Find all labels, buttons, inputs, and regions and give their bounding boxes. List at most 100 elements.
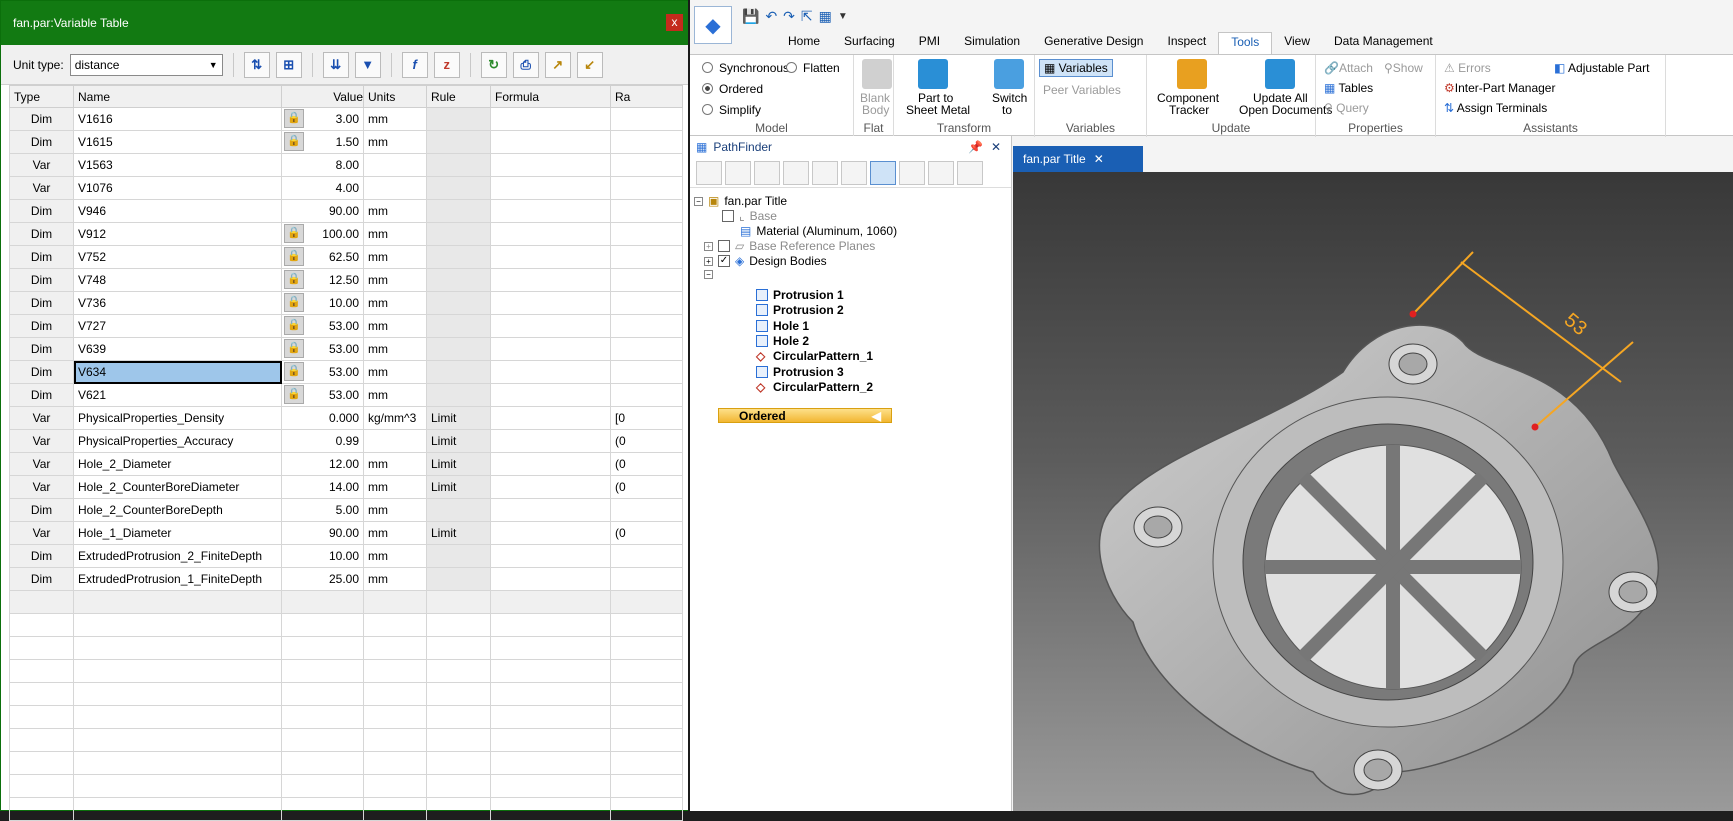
query-button[interactable]: ⚲ Query <box>1324 101 1369 115</box>
value-cell[interactable]: 90.00 <box>281 199 364 223</box>
formula-cell[interactable] <box>490 337 611 361</box>
formula-cell[interactable] <box>490 521 611 545</box>
range-cell[interactable] <box>610 567 683 591</box>
type-cell[interactable]: Dim <box>9 222 74 246</box>
rule-cell[interactable]: Limit <box>426 429 491 453</box>
rule-cell[interactable] <box>426 107 491 131</box>
type-cell[interactable]: Dim <box>9 199 74 223</box>
value-cell[interactable]: 0.99 <box>281 429 364 453</box>
family-icon[interactable] <box>812 160 838 185</box>
sort-icon[interactable]: ⇅ <box>243 51 270 78</box>
filter-icon[interactable]: ▼ <box>354 51 381 78</box>
type-cell[interactable]: Dim <box>9 107 74 131</box>
rule-cell[interactable]: Limit <box>426 475 491 499</box>
value-cell[interactable]: 🔒 53.00 <box>281 337 364 361</box>
name-cell[interactable]: Hole_2_CounterBoreDepth <box>73 498 282 522</box>
formula-cell[interactable] <box>490 130 611 154</box>
value-cell[interactable]: 🔒 53.00 <box>281 360 364 384</box>
lock-icon[interactable]: 🔒 <box>284 339 304 358</box>
range-cell[interactable] <box>610 314 683 338</box>
formula-cell[interactable] <box>490 153 611 177</box>
table-row[interactable]: Var PhysicalProperties_Accuracy 0.99 Limit (… <box>9 429 683 453</box>
rule-cell[interactable] <box>426 567 491 591</box>
range-cell[interactable]: (0 <box>610 475 683 499</box>
column-header[interactable]: Value <box>281 85 364 108</box>
unit-type-select[interactable]: distance ▼ <box>69 53 223 76</box>
formula-cell[interactable] <box>490 406 611 430</box>
type-cell[interactable]: Dim <box>9 567 74 591</box>
feature-item[interactable]: Hole 2 <box>756 334 809 348</box>
formula-cell[interactable] <box>490 245 611 269</box>
dropdown-icon[interactable]: ▼ <box>838 11 848 22</box>
table-row[interactable]: Var V1076 4.00 <box>9 176 683 200</box>
tree-base[interactable]: ⌞ Base <box>722 209 777 223</box>
tree-ref-planes[interactable]: + ▱ Base Reference Planes <box>704 239 875 253</box>
range-cell[interactable] <box>610 199 683 223</box>
value-cell[interactable]: 0.000 <box>281 406 364 430</box>
attach-button[interactable]: 🔗Attach <box>1324 61 1373 75</box>
range-cell[interactable] <box>610 544 683 568</box>
tree-material[interactable]: ▤ Material (Aluminum, 1060) <box>740 224 897 238</box>
rule-cell[interactable] <box>426 222 491 246</box>
units-cell[interactable]: kg/mm^3 <box>363 406 427 430</box>
sensor-icon[interactable] <box>899 160 925 185</box>
document-tab[interactable]: fan.par Title ✕ <box>1013 146 1143 172</box>
name-cell[interactable]: V1616 <box>73 107 282 131</box>
lock-icon[interactable]: 🔒 <box>284 316 304 335</box>
name-cell[interactable]: ExtrudedProtrusion_1_FiniteDepth <box>73 567 282 591</box>
tree-ordered[interactable]: Ordered ◀ <box>718 408 892 423</box>
units-cell[interactable]: mm <box>363 360 427 384</box>
key-icon[interactable] <box>841 160 867 185</box>
type-cell[interactable]: Var <box>9 406 74 430</box>
column-header[interactable]: Units <box>363 85 427 108</box>
rule-cell[interactable] <box>426 130 491 154</box>
name-cell[interactable]: V1563 <box>73 153 282 177</box>
peer-variables-button[interactable]: Peer Variables <box>1043 83 1121 97</box>
name-cell[interactable]: V912 <box>73 222 282 246</box>
ordered-option[interactable]: Ordered <box>702 82 763 96</box>
range-cell[interactable]: (0 <box>610 452 683 476</box>
table-row[interactable]: Dim Hole_2_CounterBoreDepth 5.00 mm <box>9 498 683 522</box>
table-row[interactable]: Dim V736 🔒 10.00 mm <box>9 291 683 315</box>
name-cell[interactable]: V736 <box>73 291 282 315</box>
rule-cell[interactable] <box>426 544 491 568</box>
units-cell[interactable]: mm <box>363 452 427 476</box>
rule-cell[interactable] <box>426 268 491 292</box>
formula-cell[interactable] <box>490 176 611 200</box>
feature-item[interactable]: ◇ CircularPattern_2 <box>756 380 873 394</box>
lock-icon[interactable]: 🔒 <box>284 270 304 289</box>
units-cell[interactable]: mm <box>363 245 427 269</box>
tree-icon[interactable] <box>870 160 896 185</box>
value-cell[interactable]: 25.00 <box>281 567 364 591</box>
type-cell[interactable]: Var <box>9 429 74 453</box>
range-cell[interactable]: (0 <box>610 521 683 545</box>
errors-button[interactable]: ⚠ Errors <box>1444 61 1491 75</box>
name-cell[interactable]: V634 <box>73 360 282 384</box>
rule-cell[interactable] <box>426 337 491 361</box>
table-row[interactable]: Var Hole_1_Diameter 90.00 mm Limit (0 <box>9 521 683 545</box>
rule-cell[interactable] <box>426 314 491 338</box>
table-row[interactable]: Dim V621 🔒 53.00 mm <box>9 383 683 407</box>
import-icon[interactable]: ↙ <box>576 51 603 78</box>
value-cell[interactable]: 🔒 53.00 <box>281 314 364 338</box>
type-cell[interactable]: Dim <box>9 314 74 338</box>
formula-cell[interactable] <box>490 314 611 338</box>
graphics-viewport[interactable]: 53 <box>1013 172 1733 811</box>
range-cell[interactable] <box>610 107 683 131</box>
formula-cell[interactable] <box>490 360 611 384</box>
settings-icon[interactable] <box>928 160 954 185</box>
rule-cell[interactable]: Limit <box>426 452 491 476</box>
name-cell[interactable]: V727 <box>73 314 282 338</box>
units-cell[interactable]: mm <box>363 567 427 591</box>
type-cell[interactable]: Dim <box>9 291 74 315</box>
adjustable-part-button[interactable]: ◧ Adjustable Part <box>1554 61 1649 75</box>
table-row[interactable]: Dim V639 🔒 53.00 mm <box>9 337 683 361</box>
table-row[interactable]: Var V1563 8.00 <box>9 153 683 177</box>
formula-cell[interactable] <box>490 291 611 315</box>
assign-terminals-button[interactable]: ⇅ Assign Terminals <box>1444 101 1547 115</box>
range-cell[interactable] <box>610 176 683 200</box>
value-cell[interactable]: 5.00 <box>281 498 364 522</box>
units-cell[interactable]: mm <box>363 475 427 499</box>
lock-icon[interactable]: 🔒 <box>284 385 304 404</box>
rule-cell[interactable] <box>426 176 491 200</box>
